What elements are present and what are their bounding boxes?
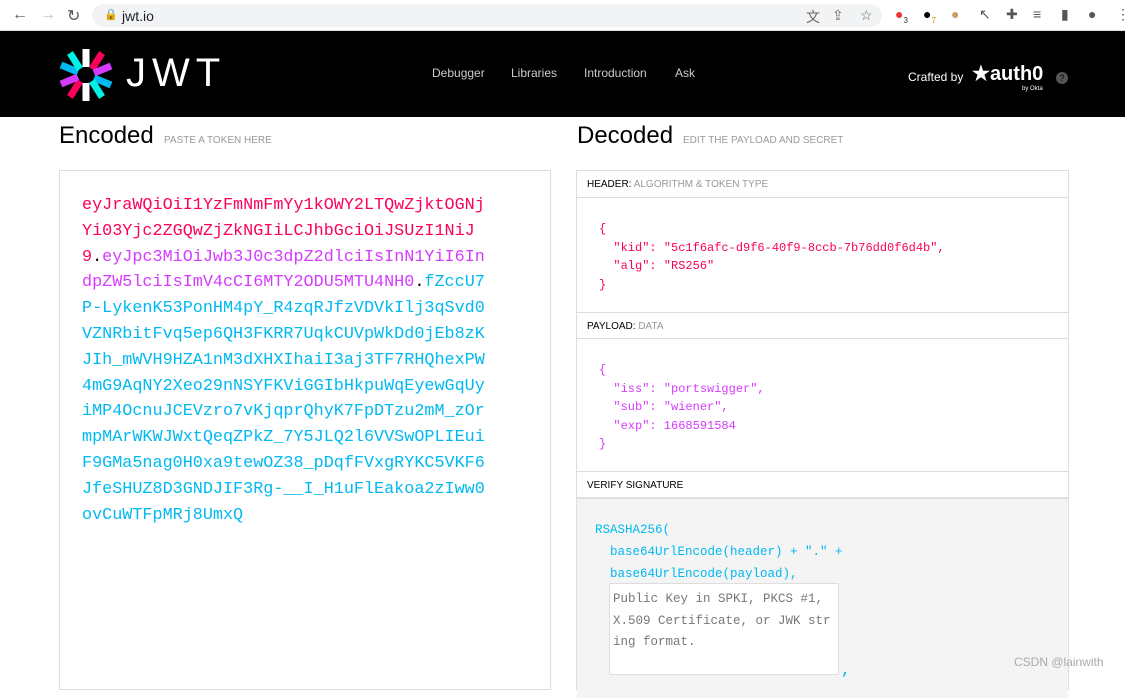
forward-icon[interactable]: → [40,6,56,24]
url-text: jwt.io [122,8,154,24]
profile-icon[interactable]: ● [1088,6,1096,22]
jwt-logo-icon[interactable] [58,47,114,103]
star-icon[interactable]: ☆ [860,7,873,24]
nav-debugger[interactable]: Debugger [432,66,485,80]
decoded-title: Decoded [577,122,674,149]
decoded-subtitle: EDIT THE PAYLOAD AND SECRET [683,135,844,146]
encoded-subtitle: PASTE A TOKEN HERE [164,135,272,146]
payload-json-editor[interactable]: { "iss": "portswigger", "sub": "wiener",… [599,361,765,454]
watermark: CSDN @lainwith [1014,655,1104,669]
share-icon[interactable]: ⇪ [832,7,844,24]
encoded-title: Encoded [59,122,154,149]
trailing-comma: , [841,661,851,679]
reload-icon[interactable]: ↻ [67,6,80,26]
payload-section-label: PAYLOAD: DATA [577,312,1068,339]
cursor-extension-icon[interactable]: ↖ [979,6,991,23]
token-dot: . [414,273,425,293]
extension-face-icon[interactable]: ● [951,6,959,22]
menu-icon[interactable]: ⋮ [1116,6,1125,23]
address-bar[interactable]: 🔒 jwt.io 文 ⇪ ☆ [92,4,882,27]
adblock-extension-icon[interactable]: ●3 [895,6,908,25]
token-text[interactable]: eyJraWQiOiI1YzFmNmFmYy1kOWY2LTQwZjktOGNj… [82,193,492,528]
browser-toolbar: ← → ↻ 🔒 jwt.io 文 ⇪ ☆ ●3 ●7 ● ↖ ✚ ≡ ▮ ● ⋮ [0,0,1125,31]
token-signature-part: fZccU7P-LykenK53PonHM4pY_R4zqRJfzVDVkIlj… [82,273,485,525]
site-header: JWT Debugger Libraries Introduction Ask … [0,31,1125,117]
logo-text[interactable]: JWT [126,51,226,96]
header-section-label: HEADER: ALGORITHM & TOKEN TYPE [577,171,1068,198]
reading-list-icon[interactable]: ≡ [1033,6,1041,22]
nav-libraries[interactable]: Libraries [511,66,557,80]
header-json-editor[interactable]: { "kid": "5c1f6afc-d9f6-40f9-8ccb-7b76dd… [599,220,945,294]
signature-code: RSASHA256( base64UrlEncode(header) + "."… [595,523,843,581]
public-key-input[interactable]: Public Key in SPKI, PKCS #1, X.509 Certi… [609,583,839,675]
encoded-token-editor[interactable]: eyJraWQiOiI1YzFmNmFmYy1kOWY2LTQwZjktOGNj… [59,170,551,690]
signature-section-label: VERIFY SIGNATURE [577,471,1068,498]
token-dot: . [92,247,103,267]
side-panel-icon[interactable]: ▮ [1061,6,1069,23]
nav-introduction[interactable]: Introduction [584,66,647,80]
translate-icon[interactable]: 文 [806,7,820,27]
extension-icon[interactable]: ●7 [923,6,936,25]
decoded-panel: HEADER: ALGORITHM & TOKEN TYPE { "kid": … [576,170,1069,698]
auth0-logo[interactable]: ★auth0 [972,61,1043,86]
help-icon[interactable]: ? [1056,72,1068,84]
crafted-by-label: Crafted by [908,70,964,84]
lock-icon: 🔒 [104,9,118,21]
back-icon[interactable]: ← [12,6,28,24]
puzzle-icon[interactable]: ✚ [1006,6,1018,23]
nav-ask[interactable]: Ask [675,66,695,80]
signature-section: RSASHA256( base64UrlEncode(header) + "."… [577,498,1068,698]
okta-label: by Okta [1022,86,1043,92]
